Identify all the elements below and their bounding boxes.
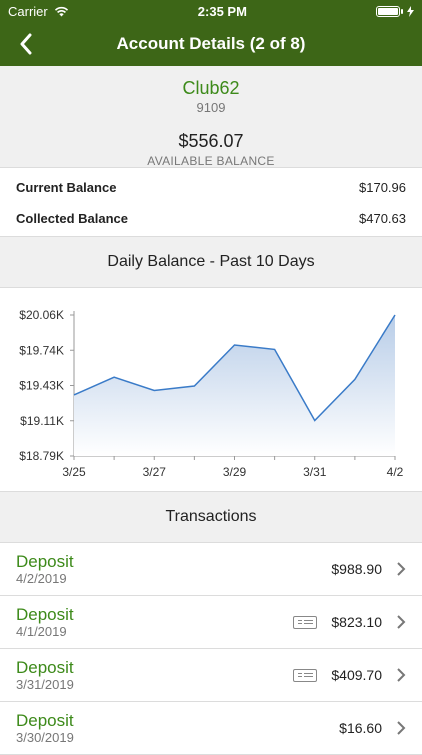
transaction-info: Deposit 3/30/2019 <box>16 711 339 745</box>
y-tick-label: $19.74K <box>19 343 64 357</box>
collected-balance-label: Collected Balance <box>16 211 128 226</box>
collected-balance-row: Collected Balance $470.63 <box>0 203 422 234</box>
current-balance-row: Current Balance $170.96 <box>0 172 422 203</box>
chevron-right-icon <box>397 615 406 629</box>
transaction-title: Deposit <box>16 605 74 624</box>
collected-balance-value: $470.63 <box>359 211 406 226</box>
y-tick-label: $20.06K <box>19 308 64 322</box>
status-bar: Carrier 2:35 PM <box>0 0 422 22</box>
balance-list: Current Balance $170.96 Collected Balanc… <box>0 168 422 237</box>
transaction-row[interactable]: Deposit 3/31/2019 $409.70 <box>0 649 422 702</box>
transaction-row[interactable]: Deposit 4/1/2019 $823.10 <box>0 596 422 649</box>
transactions-section-header: Transactions <box>0 492 422 543</box>
nav-bar: Account Details (2 of 8) <box>0 22 422 66</box>
battery-icon <box>376 5 403 17</box>
series-area <box>74 315 395 456</box>
status-left: Carrier <box>8 4 69 19</box>
transaction-date: 3/30/2019 <box>16 730 74 745</box>
check-image-icon <box>293 668 318 682</box>
transaction-row[interactable]: Deposit 4/2/2019 $988.90 <box>0 543 422 596</box>
available-balance: $556.07 <box>178 131 244 151</box>
transactions-section-title: Transactions <box>165 508 257 525</box>
transaction-info: Deposit 3/31/2019 <box>16 658 293 692</box>
charging-icon <box>407 5 414 17</box>
account-name: Club62 <box>182 78 240 98</box>
chevron-right-icon <box>397 562 406 576</box>
transaction-info: Deposit 4/1/2019 <box>16 605 293 639</box>
x-tick-label: 3/31 <box>303 465 327 479</box>
transaction-date: 3/31/2019 <box>16 677 74 692</box>
transaction-title: Deposit <box>16 552 74 571</box>
chevron-left-icon <box>20 33 32 55</box>
y-tick-label: $19.11K <box>20 414 64 428</box>
transaction-amount: $409.70 <box>331 667 382 683</box>
daily-balance-chart: $18.79K $19.11K $19.43K $19.74K $20.06K 3/25 3… <box>0 288 422 492</box>
transaction-date: 4/1/2019 <box>16 624 67 639</box>
transaction-list: Deposit 4/2/2019 $988.90 Deposit 4/1/201… <box>0 543 422 755</box>
chart-svg: $18.79K $19.11K $19.43K $19.74K $20.06K 3/25 3… <box>19 308 404 479</box>
transaction-title: Deposit <box>16 711 74 730</box>
x-tick-label: 3/29 <box>223 465 247 479</box>
transaction-date: 4/2/2019 <box>16 571 67 586</box>
status-time: 2:35 PM <box>197 3 247 19</box>
account-summary: Club62 9109 $556.07 AVAILABLE BALANCE <box>0 66 422 168</box>
x-tick-label: 3/27 <box>143 465 167 479</box>
chevron-right-icon <box>397 721 406 735</box>
chart-section-title: Daily Balance - Past 10 Days <box>107 253 315 270</box>
y-tick-label: $19.43K <box>19 379 64 393</box>
status-right <box>376 5 414 17</box>
carrier-label: Carrier <box>8 3 48 19</box>
account-number: 9109 <box>196 100 226 115</box>
transaction-info: Deposit 4/2/2019 <box>16 552 331 586</box>
page-title: Account Details (2 of 8) <box>116 34 306 53</box>
available-balance-label: AVAILABLE BALANCE <box>147 154 275 168</box>
transaction-amount: $16.60 <box>339 720 382 736</box>
check-image-icon <box>293 615 318 629</box>
current-balance-value: $170.96 <box>359 180 406 195</box>
wifi-icon <box>54 6 68 16</box>
transaction-row[interactable]: Deposit 3/30/2019 $16.60 <box>0 702 422 755</box>
chart-section-header: Daily Balance - Past 10 Days <box>0 237 422 288</box>
back-button[interactable] <box>10 28 42 60</box>
x-tick-label: 3/25 <box>62 465 86 479</box>
current-balance-label: Current Balance <box>16 180 117 195</box>
transaction-amount: $988.90 <box>331 561 382 577</box>
x-tick-label: 4/2 <box>387 465 404 479</box>
transaction-title: Deposit <box>16 658 74 677</box>
y-tick-label: $18.79K <box>19 449 64 463</box>
transaction-amount: $823.10 <box>331 614 382 630</box>
chevron-right-icon <box>397 668 406 682</box>
